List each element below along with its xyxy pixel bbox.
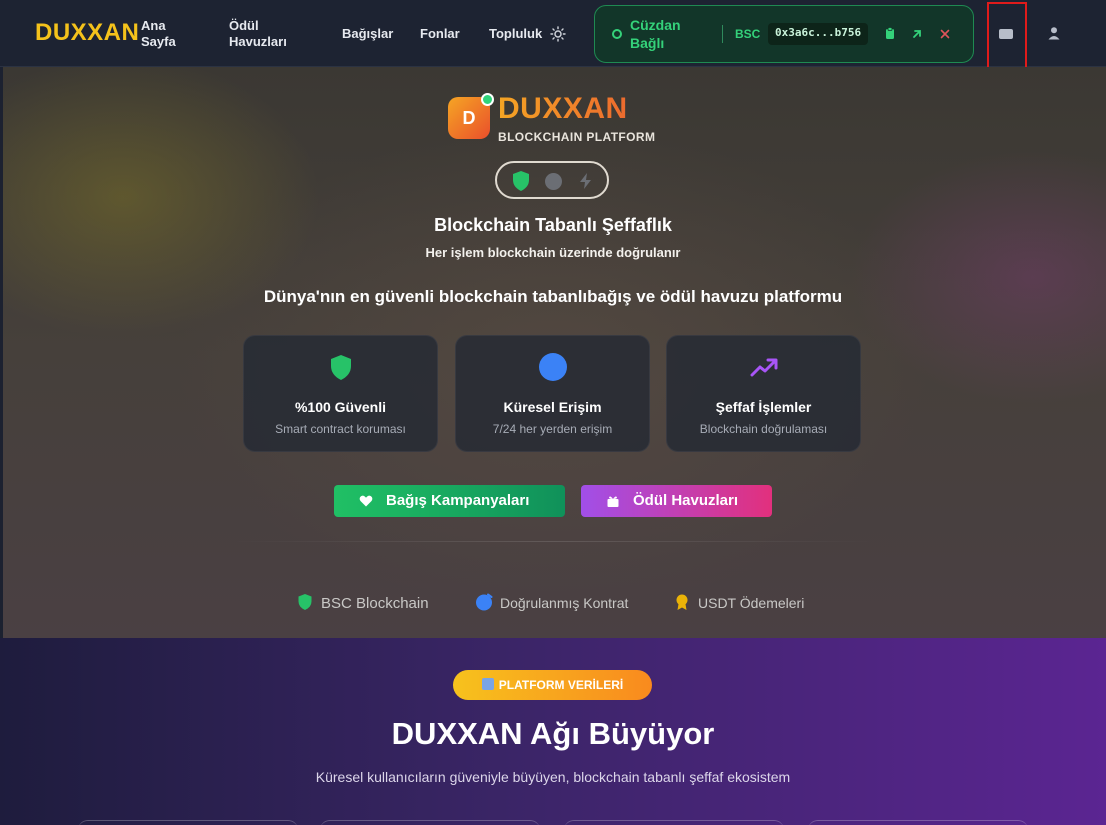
nav-link-community[interactable]: Topluluk — [489, 26, 542, 42]
stat-card — [564, 820, 784, 825]
message-icon[interactable] — [999, 29, 1013, 39]
top-navbar: DUXXAN Ana Sayfa Ödül Havuzları Bağışlar… — [0, 0, 1106, 69]
hero-title: Blockchain Tabanlı Şeffaflık — [434, 215, 672, 235]
user-icon[interactable] — [1047, 26, 1061, 40]
external-link-icon[interactable] — [910, 27, 924, 41]
shield-icon — [513, 171, 529, 191]
wallet-status-dot — [612, 29, 622, 39]
donation-campaigns-label: Bağış Kampanyaları — [386, 492, 530, 509]
brand-logo[interactable]: DUXXAN — [35, 19, 139, 47]
hero-tagline: Dünya'nın en güvenli blockchain tabanlıb… — [263, 287, 843, 306]
trust-label: Doğrulanmış Kontrat — [500, 595, 629, 611]
feature-card-transparent: Şeffaf İşlemler Blockchain doğrulaması — [666, 335, 861, 452]
wallet-divider — [722, 25, 723, 43]
gift-icon — [607, 496, 619, 507]
reward-pools-label: Ödül Havuzları — [633, 492, 739, 509]
hero-logo-title: DUXXAN — [498, 92, 628, 125]
nav-link-home[interactable]: Ana Sayfa — [141, 18, 181, 50]
chart-icon — [481, 678, 494, 690]
trust-item-usdt: USDT Ödemeleri — [673, 593, 804, 613]
copy-icon[interactable] — [883, 27, 897, 41]
nav-link-reward-pools[interactable]: Ödül Havuzları — [229, 18, 293, 50]
circle-icon — [545, 173, 562, 190]
bolt-icon — [580, 173, 591, 189]
platform-data-badge: PLATFORM VERİLERİ — [453, 670, 652, 700]
stat-card — [808, 820, 1028, 825]
stat-card — [320, 820, 540, 825]
feature-title: %100 Güvenli — [294, 399, 387, 415]
sun-icon[interactable] — [550, 26, 566, 42]
verified-icon — [476, 593, 493, 611]
reward-pools-button[interactable]: Ödül Havuzları — [581, 485, 772, 517]
wallet-connection-panel: Cüzdan Bağlı BSC 0x3a6c...b756 — [594, 5, 974, 63]
shield-icon — [330, 355, 351, 380]
feature-description: 7/24 her yerden erişim — [492, 422, 613, 436]
stats-title: DUXXAN Ağı Büyüyor — [391, 716, 715, 751]
wallet-status-label: Cüzdan Bağlı — [630, 17, 681, 51]
hero-icon-pill — [495, 161, 609, 199]
nav-link-funds[interactable]: Fonlar — [420, 26, 460, 42]
logo-status-dot — [481, 93, 494, 106]
stats-subtitle: Küresel kullanıcıların güveniyle büyüyen… — [315, 769, 791, 785]
donation-campaigns-button[interactable]: Bağış Kampanyaları — [334, 485, 565, 517]
platform-data-label: PLATFORM VERİLERİ — [498, 678, 624, 692]
close-icon[interactable] — [938, 27, 952, 41]
trending-up-icon — [750, 358, 777, 377]
platform-stats-section: PLATFORM VERİLERİ DUXXAN Ağı Büyüyor Kür… — [0, 638, 1106, 825]
trust-item-bsc: BSC Blockchain — [296, 593, 429, 613]
trust-label: USDT Ödemeleri — [698, 595, 805, 611]
stat-card — [78, 820, 298, 825]
nav-link-donations[interactable]: Bağışlar — [342, 26, 393, 42]
wallet-network-label: BSC — [735, 27, 761, 41]
feature-description: Smart contract koruması — [275, 422, 406, 436]
feature-description: Blockchain doğrulaması — [699, 422, 828, 436]
heart-icon — [359, 495, 373, 507]
hero-subtitle: Her işlem blockchain üzerinde doğrulanır — [425, 245, 681, 260]
medal-icon — [676, 594, 688, 610]
globe-icon — [538, 353, 567, 381]
feature-title: Şeffaf İşlemler — [715, 399, 812, 415]
trust-item-contract: Doğrulanmış Kontrat — [475, 593, 628, 613]
feature-title: Küresel Erişim — [503, 399, 602, 415]
trust-label: BSC Blockchain — [321, 595, 429, 612]
feature-card-global: Küresel Erişim 7/24 her yerden erişim — [455, 335, 650, 452]
hero-logo-subtitle: BLOCKCHAIN PLATFORM — [498, 130, 656, 144]
wallet-address: 0x3a6c...b756 — [768, 23, 869, 45]
hero-divider — [230, 541, 876, 542]
feature-card-secure: %100 Güvenli Smart contract koruması — [243, 335, 438, 452]
shield-icon — [298, 594, 312, 610]
